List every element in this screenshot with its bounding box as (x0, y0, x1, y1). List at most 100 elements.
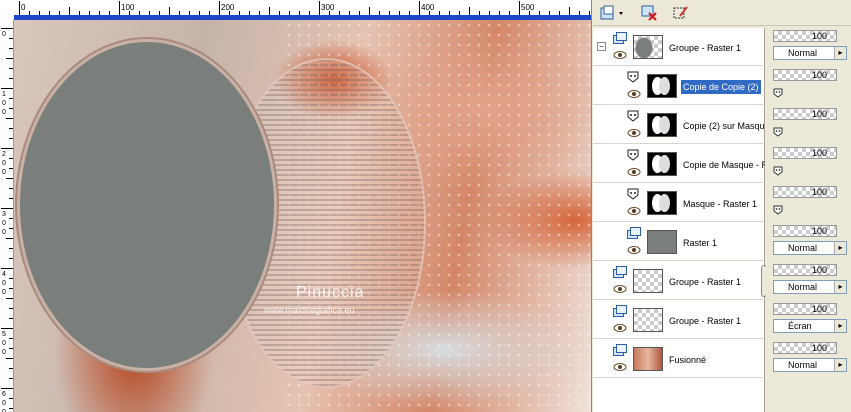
opacity-slider[interactable] (773, 225, 837, 237)
ruler-tick (1, 268, 13, 269)
ruler-tick (459, 11, 460, 15)
opacity-slider[interactable] (773, 264, 837, 276)
ruler-tick (9, 308, 13, 309)
ruler-label: 0 (2, 31, 6, 38)
mask-link-icon[interactable] (773, 127, 783, 139)
layer-name: Masque - Raster 1 (683, 199, 758, 209)
ruler-tick (9, 288, 13, 289)
blend-mode-value: Normal (788, 48, 818, 58)
ruler-tick (9, 378, 13, 379)
ruler-tick (1, 328, 13, 329)
blend-mode-select[interactable]: Normal ▸ (773, 358, 847, 372)
ruler-tick (259, 11, 260, 15)
layer-properties-row: 100 Normal ▸ (772, 340, 851, 378)
ruler-tick (299, 11, 300, 15)
dropdown-arrow-icon[interactable]: ▸ (834, 242, 846, 254)
mask-link-icon[interactable] (773, 205, 783, 217)
ruler-label: 300 (321, 3, 335, 12)
visibility-eye-icon[interactable] (613, 323, 627, 333)
ruler-tick (49, 11, 50, 15)
layer-row[interactable]: Masque - Raster 1 (593, 184, 763, 222)
opacity-slider[interactable] (773, 303, 837, 315)
opacity-slider[interactable] (773, 147, 837, 159)
ruler-tick (249, 11, 250, 15)
layer-row[interactable]: − Groupe - Raster 1 (593, 28, 763, 66)
raster-layer-icon (627, 227, 641, 239)
dropdown-arrow-icon[interactable]: ▸ (834, 359, 846, 371)
ruler-tick (529, 11, 530, 15)
ruler-label: 5 0 0 (2, 331, 6, 356)
ruler-label: 6 0 0 (2, 391, 6, 412)
mask-link-icon[interactable] (773, 166, 783, 178)
visibility-eye-icon[interactable] (627, 206, 641, 216)
ruler-tick (9, 68, 13, 69)
opacity-slider[interactable] (773, 30, 837, 42)
ruler-tick (1, 88, 13, 89)
mask-link-icon[interactable] (773, 88, 783, 100)
opacity-slider[interactable] (773, 69, 837, 81)
ruler-tick (59, 11, 60, 15)
blend-mode-select[interactable]: Écran ▸ (773, 319, 847, 333)
ruler-tick (569, 7, 570, 15)
layer-row[interactable]: Groupe - Raster 1 (593, 262, 763, 300)
ruler-label: 3 0 0 (2, 211, 6, 236)
dropdown-arrow-icon[interactable]: ▸ (834, 47, 846, 59)
opacity-slider[interactable] (773, 342, 837, 354)
ruler-tick (179, 11, 180, 15)
delete-layer-icon[interactable] (639, 3, 659, 23)
ruler-tick (449, 11, 450, 15)
blend-mode-select[interactable]: Normal ▸ (773, 241, 847, 255)
opacity-slider[interactable] (773, 108, 837, 120)
layer-row[interactable]: Copie de Masque - Raster 1 (593, 145, 765, 183)
ruler-tick (589, 11, 590, 15)
dropdown-arrow-icon[interactable]: ▸ (834, 281, 846, 293)
layers-list[interactable]: − Groupe - Raster 1 Copie de Copie (2) Copi… (593, 28, 765, 412)
opacity-value: 100 (812, 31, 828, 41)
ruler-tick (389, 11, 390, 15)
ruler-label: 0 (21, 3, 26, 12)
layer-row[interactable]: Copie de Copie (2) (593, 67, 763, 105)
ruler-tick (9, 218, 13, 219)
layer-row[interactable]: Fusionné (593, 340, 763, 378)
visibility-eye-icon[interactable] (613, 362, 627, 372)
layers-palette: − Groupe - Raster 1 Copie de Copie (2) Copi… (593, 0, 851, 412)
layer-properties-row: 100 Normal ▸ (772, 223, 851, 261)
new-layer-icon[interactable] (598, 3, 628, 23)
opacity-slider[interactable] (773, 186, 837, 198)
ruler-tick (209, 11, 210, 15)
watermark-title: Pinuccia (296, 284, 365, 301)
ruler-tick (229, 11, 230, 15)
blend-mode-select[interactable]: Normal ▸ (773, 46, 847, 60)
visibility-eye-icon[interactable] (627, 245, 641, 255)
ruler-tick (1, 28, 13, 29)
blend-mode-select[interactable]: Normal ▸ (773, 280, 847, 294)
visibility-eye-icon[interactable] (627, 89, 641, 99)
ruler-label: 100 (121, 3, 135, 12)
visibility-eye-icon[interactable] (627, 167, 641, 177)
mask-edit-icon[interactable] (671, 3, 691, 23)
visibility-eye-icon[interactable] (613, 284, 627, 294)
ruler-tick (9, 318, 13, 319)
dropdown-arrow-icon[interactable]: ▸ (834, 320, 846, 332)
layer-row[interactable]: Raster 1 (593, 223, 763, 261)
visibility-eye-icon[interactable] (613, 50, 627, 60)
ruler-tick (29, 11, 30, 15)
ruler-tick (519, 1, 520, 15)
layer-row[interactable]: Groupe - Raster 1 (593, 301, 763, 339)
mask-layer-icon (627, 110, 641, 122)
ruler-tick (99, 11, 100, 15)
image-canvas-area[interactable]: 0 100 200 300 400 500 0 1 0 0 2 0 0 3 0 0 4 0 0 5 … (0, 0, 592, 412)
layer-thumbnail (633, 308, 663, 332)
ruler-tick (439, 11, 440, 15)
visibility-eye-icon[interactable] (627, 128, 641, 138)
collapse-toggle[interactable]: − (597, 42, 606, 51)
layer-name: Groupe - Raster 1 (669, 277, 742, 287)
layer-row[interactable]: Copie (2) sur Masque (593, 106, 765, 144)
ruler-tick (489, 11, 490, 15)
canvas-image[interactable]: Pinuccia www.maidiregrafica.eu (14, 20, 591, 412)
ruler-label: 4 0 0 (2, 271, 6, 296)
watermark-url: www.maidiregrafica.eu (264, 305, 355, 315)
ruler-tick (9, 158, 13, 159)
ruler-tick (329, 11, 330, 15)
ruler-tick (9, 128, 13, 129)
